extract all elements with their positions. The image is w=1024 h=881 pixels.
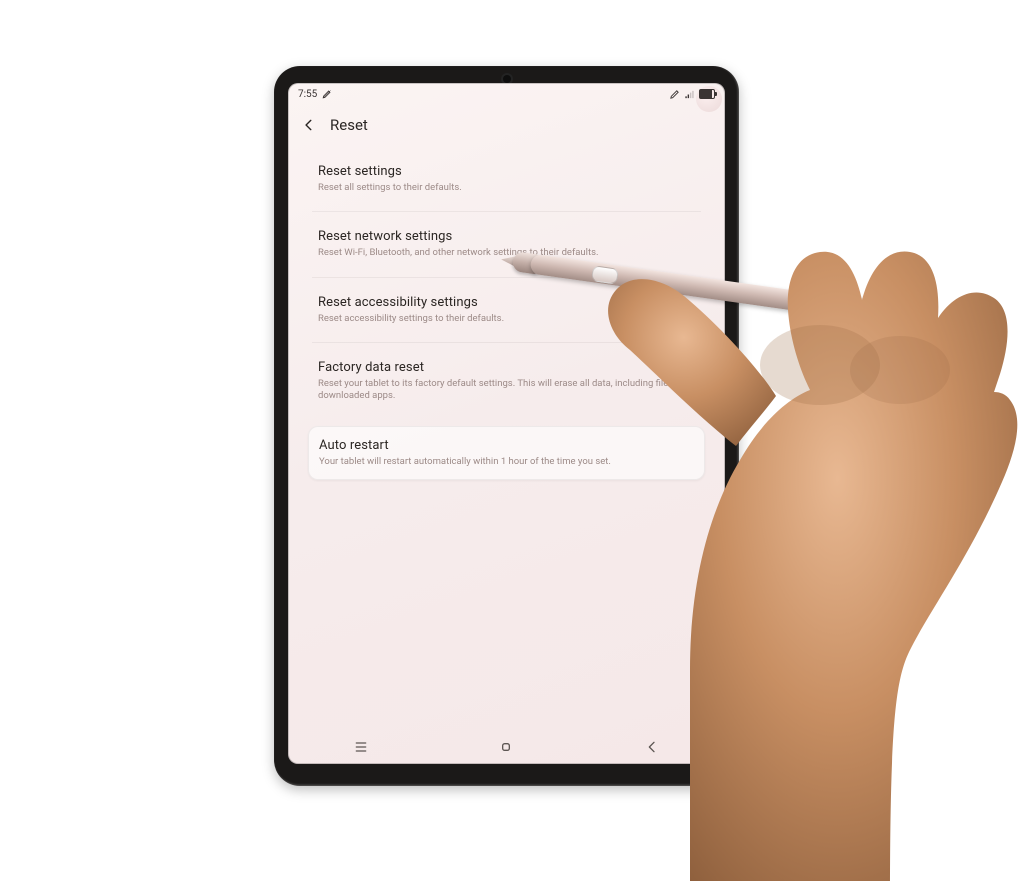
- row-title: Auto restart: [319, 438, 694, 453]
- tablet-frame: 7:55: [274, 66, 739, 786]
- home-button[interactable]: [486, 735, 526, 759]
- row-reset-settings[interactable]: Reset settings Reset all settings to the…: [308, 153, 705, 205]
- row-title: Reset network settings: [318, 229, 695, 244]
- status-time: 7:55: [298, 89, 317, 100]
- row-subtitle: Reset all settings to their defaults.: [318, 182, 695, 194]
- row-auto-restart[interactable]: Auto restart Your tablet will restart au…: [308, 426, 705, 480]
- row-title: Factory data reset: [318, 360, 695, 375]
- signal-icon: [684, 89, 695, 100]
- list-divider: [312, 211, 701, 212]
- row-title: Reset accessibility settings: [318, 295, 695, 310]
- row-subtitle: Reset your tablet to its factory default…: [318, 378, 695, 403]
- row-title: Reset settings: [318, 164, 695, 179]
- row-reset-network-settings[interactable]: Reset network settings Reset Wi-Fi, Blue…: [308, 218, 705, 270]
- settings-list: Reset settings Reset all settings to the…: [308, 153, 705, 480]
- row-subtitle: Your tablet will restart automatically w…: [319, 456, 694, 468]
- back-button[interactable]: [298, 114, 320, 136]
- android-nav-bar: [288, 730, 725, 764]
- battery-icon: [699, 89, 715, 99]
- page-title: Reset: [330, 116, 368, 134]
- row-subtitle: Reset accessibility settings to their de…: [318, 313, 695, 325]
- row-subtitle: Reset Wi-Fi, Bluetooth, and other networ…: [318, 247, 695, 259]
- row-factory-data-reset[interactable]: Factory data reset Reset your tablet to …: [308, 349, 705, 414]
- status-bar: 7:55: [288, 83, 725, 105]
- list-divider: [312, 342, 701, 343]
- nav-back-button[interactable]: [632, 735, 672, 759]
- tablet-screen: 7:55: [288, 83, 725, 764]
- recents-button[interactable]: [341, 735, 381, 759]
- stylus-connected-icon: [322, 89, 332, 99]
- list-divider: [312, 277, 701, 278]
- page-header: Reset: [288, 109, 725, 141]
- edit-status-icon: [669, 89, 680, 100]
- row-reset-accessibility-settings[interactable]: Reset accessibility settings Reset acces…: [308, 284, 705, 336]
